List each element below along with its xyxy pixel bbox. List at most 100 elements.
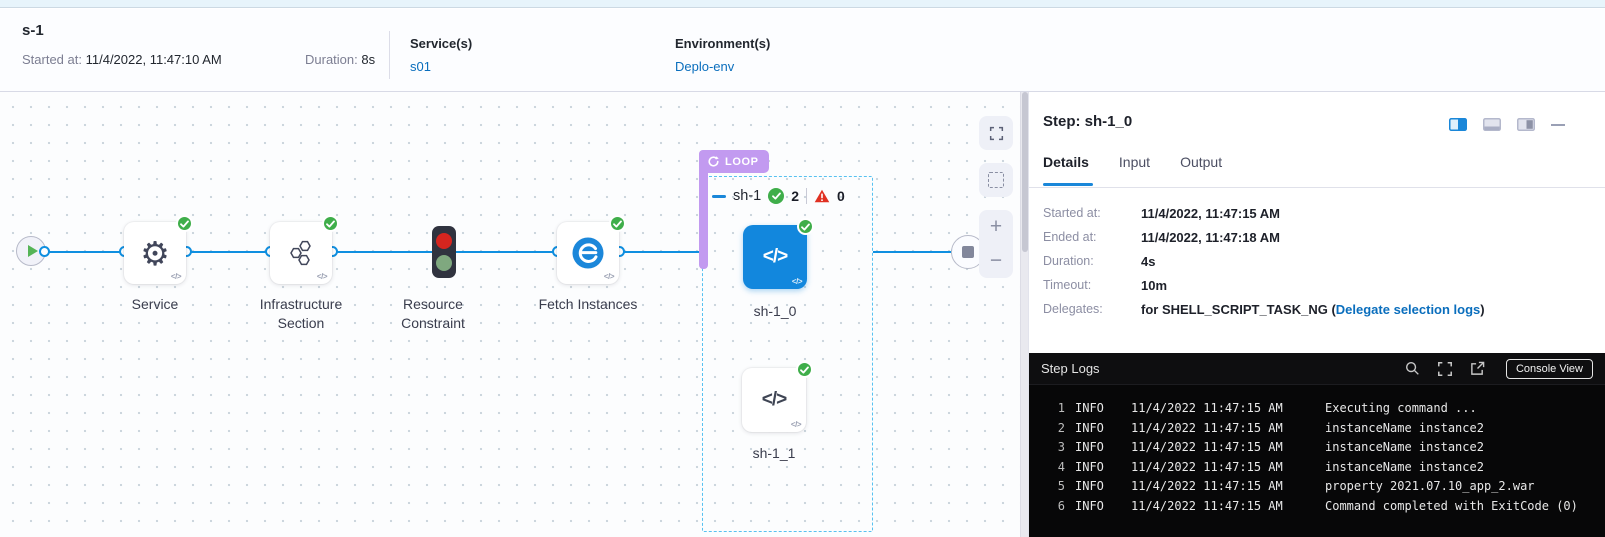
pipeline-canvas[interactable]: ⚙ </> Service </> Infrastructure Section — [0, 92, 1020, 537]
loop-group-header: sh-1 2 0 — [712, 188, 845, 204]
header-divider — [389, 31, 390, 79]
right-view-toggle-icon[interactable] — [1449, 118, 1467, 131]
delegates-suffix: ) — [1480, 302, 1484, 317]
connector-dot[interactable] — [39, 246, 50, 257]
group-success-icon — [768, 188, 784, 204]
open-in-new-tab-icon[interactable] — [1470, 361, 1485, 376]
group-count-divider — [806, 188, 807, 204]
code-corner-icon: </> — [171, 272, 181, 281]
log-timestamp: 11/4/2022 11:47:15 AM — [1131, 477, 1325, 497]
edge-fetch-loop — [619, 251, 706, 253]
search-logs-icon[interactable] — [1405, 361, 1420, 376]
node-infrastructure[interactable]: </> — [270, 222, 332, 284]
active-tab-underline — [1043, 183, 1093, 186]
marquee-icon — [988, 172, 1004, 188]
fit-to-screen-button[interactable] — [979, 116, 1013, 150]
fetch-instances-icon — [571, 236, 605, 270]
tab-details[interactable]: Details — [1043, 154, 1089, 170]
expand-logs-icon[interactable] — [1437, 361, 1453, 377]
node-resource-constraint[interactable] — [432, 226, 456, 278]
node-label-resource: Resource Constraint — [377, 295, 489, 333]
bottom-view-toggle-icon[interactable] — [1483, 118, 1501, 131]
success-badge-icon — [322, 215, 339, 232]
loop-group-box[interactable] — [702, 176, 873, 532]
step-details-panel: Step: sh-1_0 Details Input Output — [1028, 92, 1605, 537]
code-corner-icon: </> — [604, 272, 614, 281]
step-logs-title: Step Logs — [1041, 361, 1100, 376]
log-level: INFO — [1075, 438, 1131, 458]
log-level: INFO — [1075, 399, 1131, 419]
node-service[interactable]: ⚙ </> — [124, 222, 186, 284]
traffic-green-icon — [436, 255, 452, 271]
detail-value: 11/4/2022, 11:47:18 AM — [1141, 230, 1280, 245]
log-timestamp: 11/4/2022 11:47:15 AM — [1131, 419, 1325, 439]
top-accent-strip — [0, 0, 1605, 8]
play-icon — [28, 245, 38, 257]
duration-label: Duration: — [305, 52, 358, 67]
step-logs-header: Step Logs Console View — [1029, 353, 1605, 385]
log-message: instanceName instance2 — [1325, 419, 1605, 439]
detail-label: Duration: — [1043, 254, 1141, 269]
log-line-number: 4 — [1043, 458, 1065, 478]
log-message: property 2021.07.10_app_2.war — [1325, 477, 1605, 497]
zoom-in-button[interactable]: + — [979, 210, 1013, 244]
log-line-number: 5 — [1043, 477, 1065, 497]
edge-service-infra — [186, 251, 274, 253]
node-label-infrastructure: Infrastructure Section — [240, 295, 362, 333]
log-line: 1 INFO11/4/2022 11:47:15 AMExecuting comm… — [1043, 399, 1605, 419]
loop-group-name: sh-1 — [733, 188, 761, 204]
fullscreen-icon — [989, 126, 1004, 141]
log-message: instanceName instance2 — [1325, 438, 1605, 458]
step-details-list: Started at: 11/4/2022, 11:47:15 AM Ended… — [1043, 206, 1593, 326]
marquee-select-button[interactable] — [979, 163, 1013, 197]
detail-value: 10m — [1141, 278, 1167, 293]
canvas-scrollbar[interactable] — [1020, 92, 1028, 537]
log-line-number: 3 — [1043, 438, 1065, 458]
detail-label: Delegates: — [1043, 302, 1141, 317]
detail-label: Timeout: — [1043, 278, 1141, 293]
zoom-out-button[interactable]: − — [979, 244, 1013, 278]
tab-output[interactable]: Output — [1180, 154, 1222, 170]
log-message: instanceName instance2 — [1325, 458, 1605, 478]
console-view-button[interactable]: Console View — [1506, 359, 1593, 379]
log-line: 6INFO11/4/2022 11:47:15 AMCommand comple… — [1043, 497, 1605, 517]
group-failed-count: 0 — [837, 188, 845, 204]
node-label-service: Service — [105, 295, 205, 314]
log-timestamp: 11/4/2022 11:47:15 AM — [1131, 438, 1325, 458]
started-at-value: 11/4/2022, 11:47:10 AM — [86, 52, 222, 67]
success-badge-icon — [609, 215, 626, 232]
step-logs-panel: Step Logs Console View 1I — [1029, 353, 1605, 537]
hexagons-icon — [285, 237, 317, 269]
log-level: INFO — [1075, 419, 1131, 439]
log-level: INFO — [1075, 497, 1131, 517]
log-timestamp: 11/4/2022 11:47:15 AM — [1131, 399, 1325, 419]
environments-block: Environment(s) Deplo-env — [675, 36, 770, 74]
log-timestamp: 11/4/2022 11:47:15 AM — [1131, 497, 1325, 517]
minimized-view-toggle-icon[interactable] — [1517, 118, 1535, 131]
panel-tabs: Details Input Output — [1043, 154, 1222, 170]
detail-value: 4s — [1141, 254, 1155, 269]
loop-badge: LOOP — [699, 150, 769, 173]
stop-icon — [962, 246, 974, 258]
log-message: Executing command ... — [1325, 399, 1605, 419]
environment-link[interactable]: Deplo-env — [675, 59, 770, 74]
tab-input[interactable]: Input — [1119, 154, 1150, 170]
detail-row-ended: Ended at: 11/4/2022, 11:47:18 AM — [1043, 230, 1593, 245]
pipeline-name: s-1 — [22, 22, 44, 39]
group-success-count: 2 — [791, 188, 799, 204]
gear-icon: ⚙ — [140, 237, 170, 270]
step-logs-body[interactable]: 1INFO11/4/2022 11:47:15 AMExecuting comm… — [1029, 385, 1605, 517]
log-line-number: 1 — [1043, 399, 1065, 419]
detail-row-started: Started at: 11/4/2022, 11:47:15 AM — [1043, 206, 1593, 221]
delegate-selection-logs-link[interactable]: Delegate selection logs — [1336, 302, 1481, 317]
detail-value: for SHELL_SCRIPT_TASK_NG (Delegate selec… — [1141, 302, 1485, 317]
code-corner-icon: </> — [317, 272, 327, 281]
service-link[interactable]: s01 — [410, 59, 472, 74]
delegates-prefix: for SHELL_SCRIPT_TASK_NG ( — [1141, 302, 1336, 317]
detail-row-delegates: Delegates: for SHELL_SCRIPT_TASK_NG (Del… — [1043, 302, 1593, 317]
node-fetch-instances[interactable]: </> — [557, 222, 619, 284]
duration-value: 8s — [361, 52, 375, 67]
detail-row-timeout: Timeout: 10m — [1043, 278, 1593, 293]
collapse-icon[interactable] — [712, 195, 726, 198]
minimize-panel-icon[interactable] — [1551, 124, 1565, 126]
